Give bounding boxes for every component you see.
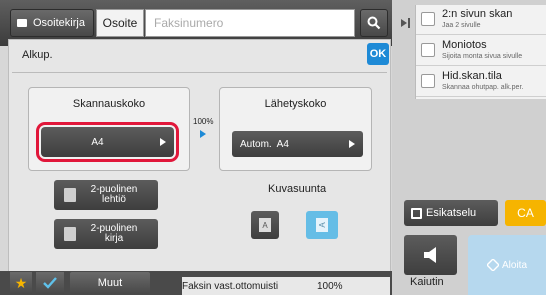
checkmark-icon — [43, 277, 57, 289]
search-icon — [367, 16, 381, 30]
send-size-button[interactable]: Autom. A4 — [232, 131, 363, 157]
side-function-list: 2:n sivun skan Jaa 2 sivulle Moniotos Si… — [415, 5, 546, 99]
start-label: Aloita — [501, 259, 527, 271]
fax-memory-status: Faksin vast.ottomuisti 100% — [182, 277, 390, 295]
checkbox[interactable] — [421, 12, 435, 26]
search-button[interactable] — [360, 9, 388, 37]
star-icon: ★ — [14, 274, 28, 291]
scan-size-value: A4 — [91, 136, 104, 148]
portrait-page-icon: A — [259, 218, 271, 232]
arrow-right-icon — [349, 140, 355, 148]
divider — [12, 72, 387, 73]
side-item-label: 2:n sivun skan — [442, 8, 513, 20]
start-icon — [486, 259, 499, 271]
booklet-icon — [64, 188, 76, 202]
address-book-button[interactable]: Osoitekirja — [10, 9, 94, 37]
book-icon — [64, 227, 76, 241]
scan-size-button[interactable]: A4 — [36, 122, 179, 162]
side-item-description: Skannaa ohutpap. alk.per. — [442, 84, 524, 91]
checkbox[interactable] — [421, 43, 435, 57]
duplex-book-line2: kirja — [104, 233, 124, 244]
landscape-page-icon: A — [316, 218, 328, 232]
collapse-bar-icon — [408, 18, 410, 28]
speaker-label: Kaiutin — [410, 276, 444, 288]
fax-memory-label: Faksin vast.ottomuisti — [182, 281, 279, 292]
side-item-description: Sijoita monta sivua sivulle — [442, 53, 523, 60]
duplex-booklet-button[interactable]: 2-puolinen lehtiö — [54, 180, 158, 210]
send-size-value: Autom. A4 — [240, 138, 289, 150]
orientation-portrait-button[interactable]: A — [251, 211, 279, 239]
fax-memory-value: 100% — [317, 281, 343, 292]
start-button[interactable]: Aloita — [468, 235, 546, 295]
duplex-booklet-label: 2-puolinen lehtiö — [91, 185, 138, 205]
more-button[interactable]: Muut — [70, 272, 150, 294]
speaker-icon — [423, 247, 436, 263]
side-item-label: Moniotos — [442, 39, 487, 51]
preview-icon — [411, 208, 422, 219]
arrow-right-icon — [160, 138, 166, 146]
side-item-multi-shot[interactable]: Moniotos Sijoita monta sivua sivulle — [416, 36, 546, 66]
orientation-landscape-button[interactable]: A — [306, 211, 338, 239]
duplex-book-button[interactable]: 2-puolinen kirja — [54, 219, 158, 249]
fax-number-input[interactable]: Faksinumero — [145, 9, 355, 37]
scan-size-title: Skannauskoko — [72, 98, 146, 110]
checklist-button[interactable] — [36, 272, 64, 294]
collapse-arrow-icon[interactable] — [401, 19, 407, 27]
panel-title: Alkup. — [22, 49, 53, 61]
duplex-book-label: 2-puolinen kirja — [91, 224, 138, 244]
side-item-slow-scan[interactable]: Hid.skan.tila Skannaa ohutpap. alk.per. — [416, 67, 546, 97]
address-label[interactable]: Osoite — [96, 9, 144, 37]
duplex-booklet-line2: lehtiö — [102, 194, 126, 205]
preview-button[interactable]: Esikatselu — [404, 200, 498, 226]
address-book-label: Osoitekirja — [33, 17, 85, 29]
side-item-description: Jaa 2 sivulle — [442, 22, 481, 29]
ratio-arrow-icon — [200, 130, 206, 138]
address-book-icon — [17, 19, 27, 27]
checkbox[interactable] — [421, 74, 435, 88]
side-item-split-pages[interactable]: 2:n sivun skan Jaa 2 sivulle — [416, 5, 546, 35]
orientation-title: Kuvasuunta — [268, 183, 327, 195]
favorites-button[interactable]: ★ — [10, 272, 32, 294]
speaker-button[interactable] — [404, 235, 457, 275]
ok-button[interactable]: OK — [367, 43, 389, 65]
send-size-group: Lähetyskoko — [219, 87, 372, 171]
side-item-label: Hid.skan.tila — [442, 70, 502, 82]
landscape-glyph: A — [317, 222, 327, 228]
send-size-title: Lähetyskoko — [264, 98, 327, 110]
preview-label: Esikatselu — [426, 207, 477, 219]
ratio-label: 100% — [193, 117, 214, 126]
clear-all-button[interactable]: CA — [505, 200, 546, 226]
